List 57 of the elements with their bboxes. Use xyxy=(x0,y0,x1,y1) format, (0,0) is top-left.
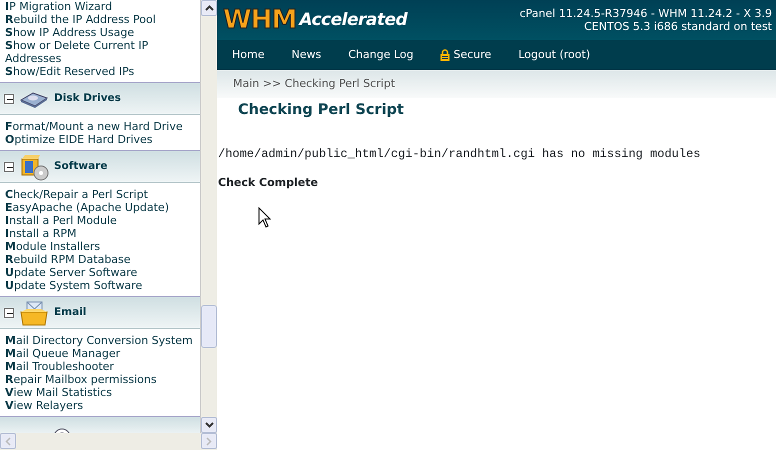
horizontal-scrollbar[interactable] xyxy=(0,433,217,450)
mouse-cursor-icon xyxy=(258,207,271,228)
version-text: CENTOS 5.3 i686 standard on test xyxy=(583,20,772,33)
caret-down-icon xyxy=(204,422,214,428)
sidebar-link[interactable]: Format/Mount a new Hard Drive xyxy=(0,120,200,133)
sidebar-link[interactable]: Mail Queue Manager xyxy=(0,347,200,360)
scroll-thumb[interactable] xyxy=(201,305,217,348)
sidebar-link[interactable]: Install a Perl Module xyxy=(0,214,200,227)
output-line: /home/admin/public_html/cgi-bin/randhtml.cgi has no missing modules xyxy=(218,146,702,164)
page-title: Checking Perl Script xyxy=(237,101,405,120)
section-header[interactable]: Email xyxy=(0,296,200,329)
sidebar-link[interactable]: Update System Software xyxy=(0,279,200,292)
logo: WHM xyxy=(223,5,296,35)
sidebar-link[interactable]: Mail Troubleshooter xyxy=(0,360,200,373)
sidebar-link[interactable]: Show IP Address Usage xyxy=(0,26,200,39)
collapse-icon[interactable] xyxy=(4,94,14,104)
logo-subtitle: Accelerated xyxy=(299,10,408,30)
sidebar-link[interactable]: Rebuild RPM Database xyxy=(0,253,200,266)
scroll-down-button[interactable] xyxy=(201,417,217,433)
caret-up-icon xyxy=(204,5,214,11)
nav-link[interactable]: Home xyxy=(232,46,264,64)
mail-tray-icon xyxy=(19,300,49,326)
sidebar-link[interactable]: Check/Repair a Perl Script xyxy=(0,188,200,201)
version-text: cPanel 11.24.5-R37946 - WHM 11.24.2 - X 3.9 xyxy=(520,7,772,20)
sidebar-link[interactable]: Show/Edit Reserved IPs xyxy=(0,65,200,78)
sidebar-link[interactable]: IP Migration Wizard xyxy=(0,0,200,13)
breadcrumb: Main >> Checking Perl Script xyxy=(233,76,396,92)
sidebar-link[interactable]: Mail Directory Conversion System xyxy=(0,334,200,347)
nav-link[interactable]: Secure xyxy=(440,46,492,64)
status-text: Check Complete xyxy=(218,175,319,192)
nav-link[interactable]: Logout (root) xyxy=(518,46,590,64)
sidebar-link[interactable]: Rebuild the IP Address Pool xyxy=(0,13,200,26)
section-title: Email xyxy=(54,304,86,320)
caret-right-icon xyxy=(206,436,212,446)
sidebar-link[interactable]: Update Server Software xyxy=(0,266,200,279)
sidebar-link[interactable]: View Mail Statistics xyxy=(0,386,200,399)
sidebar-link[interactable]: Optimize EIDE Hard Drives xyxy=(0,133,200,146)
scroll-up-button[interactable] xyxy=(201,0,217,16)
lock-icon xyxy=(440,49,450,61)
sidebar-link[interactable]: EasyApache (Apache Update) xyxy=(0,201,200,214)
collapse-icon[interactable] xyxy=(4,308,14,318)
sidebar-link[interactable]: View Relayers xyxy=(0,399,200,412)
sidebar-link[interactable]: Module Installers xyxy=(0,240,200,253)
section-title: Disk Drives xyxy=(54,90,121,106)
section-title: Software xyxy=(54,158,108,174)
section-header[interactable]: Software xyxy=(0,150,200,183)
nav-link[interactable]: News xyxy=(291,46,322,64)
sidebar-link[interactable]: Repair Mailbox permissions xyxy=(0,373,200,386)
section-header[interactable]: Disk Drives xyxy=(0,82,200,115)
collapse-icon[interactable] xyxy=(4,162,14,172)
disk-drive-icon xyxy=(19,90,49,108)
nav-link[interactable]: Change Log xyxy=(348,46,414,64)
software-box-icon xyxy=(19,152,49,180)
sidebar-link[interactable]: Install a RPM xyxy=(0,227,200,240)
scrollbar[interactable] xyxy=(201,0,217,433)
scroll-left-button[interactable] xyxy=(0,433,16,449)
caret-left-icon xyxy=(5,436,11,446)
